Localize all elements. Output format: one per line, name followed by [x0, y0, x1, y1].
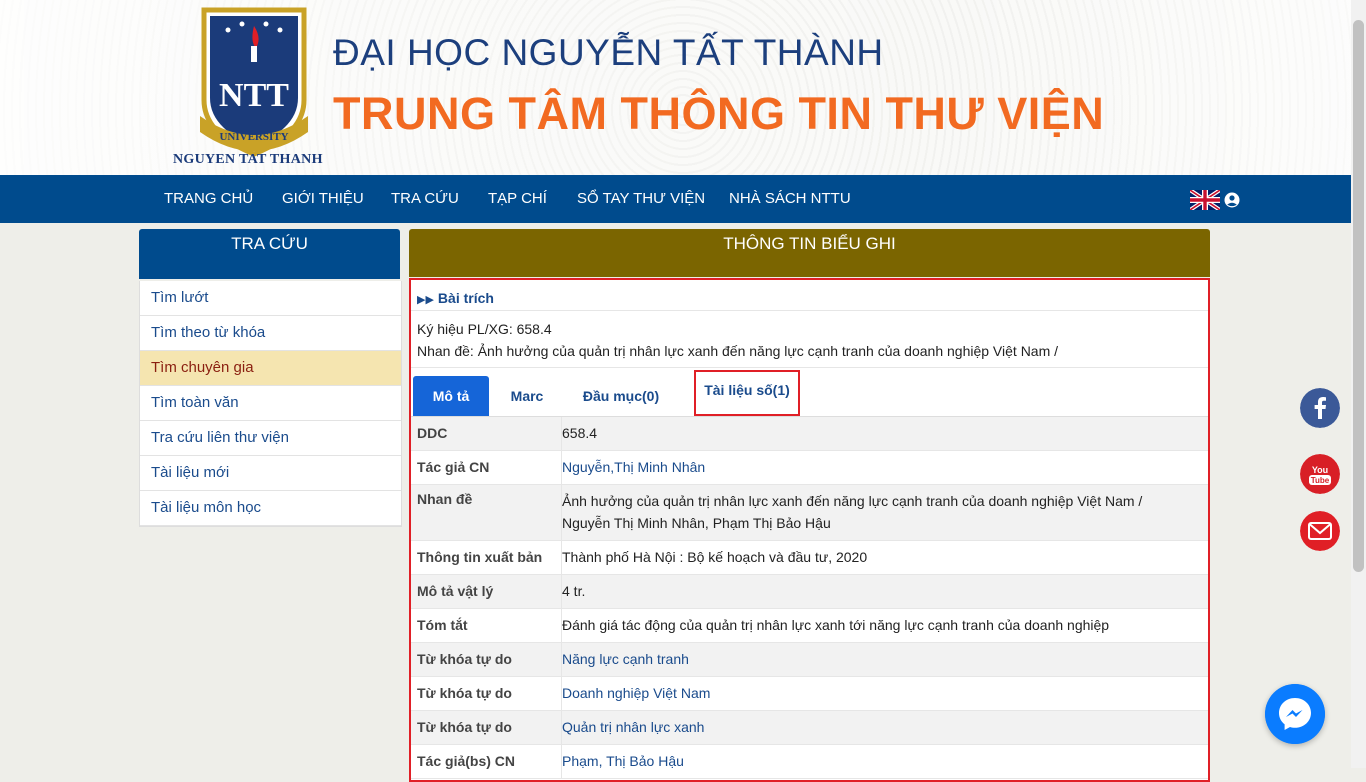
nav-bookstore[interactable]: NHÀ SÁCH NTTU — [729, 190, 851, 207]
table-row: Từ khóa tự do Doanh nghiệp Việt Nam — [411, 677, 1208, 711]
field-label: Từ khóa tự do — [417, 719, 512, 735]
record-fields-table: DDC 658.4 Tác giả CN Nguyễn,Thị Minh Nhâ… — [411, 417, 1208, 779]
field-label: Tóm tắt — [417, 617, 468, 633]
table-row: Tác giả(bs) CN Phạm, Thị Bảo Hậu — [411, 745, 1208, 779]
svg-text:You: You — [1312, 465, 1328, 475]
divider — [411, 310, 1208, 311]
nav-search[interactable]: TRA CỨU — [391, 190, 459, 207]
sidebar-header: TRA CỨU — [139, 229, 400, 279]
main-navbar: TRANG CHỦ GIỚI THIỆU TRA CỨU TẠP CHÍ SỔ … — [0, 175, 1366, 223]
author-link[interactable]: Phạm, Thị Bảo Hậu — [562, 745, 1204, 778]
uk-flag-icon[interactable] — [1190, 190, 1220, 210]
sidebar-title: TRA CỨU — [231, 234, 308, 253]
keyword-link[interactable]: Quản trị nhân lực xanh — [562, 711, 1204, 744]
keyword-link[interactable]: Doanh nghiệp Việt Nam — [562, 677, 1204, 710]
mail-icon[interactable] — [1300, 511, 1340, 551]
sidebar-item-course-docs[interactable]: Tài liệu môn học — [140, 491, 401, 526]
field-label: Tác giả(bs) CN — [417, 753, 516, 769]
svg-text:NTT: NTT — [219, 77, 289, 114]
tab-headings[interactable]: Đầu mục(0) — [571, 376, 671, 416]
sidebar-menu: Tìm lướt Tìm theo từ khóa Tìm chuyên gia… — [139, 281, 402, 527]
field-value: Thành phố Hà Nội : Bộ kế hoạch và đầu tư… — [562, 549, 868, 565]
sidebar-item-interlibrary[interactable]: Tra cứu liên thư viện — [140, 421, 401, 456]
svg-text:UNIVERSITY: UNIVERSITY — [219, 131, 288, 143]
university-name: ĐẠI HỌC NGUYỄN TẤT THÀNH — [333, 32, 884, 73]
user-icon[interactable] — [1224, 192, 1240, 208]
record-detail-box: ▶▶ Bài trích Ký hiệu PL/XG: 658.4 Nhan đề… — [409, 278, 1210, 782]
sidebar-item-new-docs[interactable]: Tài liệu mới — [140, 456, 401, 491]
field-label: Từ khóa tự do — [417, 651, 512, 667]
record-title-line: Nhan đề: Ảnh hưởng của quản trị nhân lực… — [417, 343, 1059, 359]
field-label: Nhan đề — [417, 491, 473, 507]
title-value: Ảnh hưởng của quản trị nhân lực xanh đến… — [562, 493, 1143, 509]
sidebar-item-keyword[interactable]: Tìm theo từ khóa — [140, 316, 401, 351]
call-number: Ký hiệu PL/XG: 658.4 — [417, 321, 552, 337]
sidebar-item-browse[interactable]: Tìm lướt — [140, 281, 401, 316]
nav-library-handbook[interactable]: SỔ TAY THƯ VIỆN — [577, 190, 705, 207]
table-row: Từ khóa tự do Năng lực cạnh tranh — [411, 643, 1208, 677]
table-row: Thông tin xuất bản Thành phố Hà Nội : Bộ… — [411, 541, 1208, 575]
sidebar-item-fulltext[interactable]: Tìm toàn văn — [140, 386, 401, 421]
play-arrows-icon: ▶▶ — [417, 294, 434, 306]
tab-marc[interactable]: Marc — [499, 376, 555, 416]
facebook-icon[interactable] — [1300, 388, 1340, 428]
record-tabs: Mô tả Marc Đầu mục(0) Tài liệu số(1) — [411, 370, 1208, 417]
field-label: Thông tin xuất bản — [417, 549, 543, 565]
responsibility-value: Nguyễn Thị Minh Nhân, Phạm Thị Bảo Hậu — [562, 515, 831, 531]
youtube-icon[interactable]: You Tube — [1300, 454, 1340, 494]
sidebar-item-expert[interactable]: Tìm chuyên gia — [140, 351, 401, 386]
svg-text:Tube: Tube — [1311, 476, 1330, 485]
record-panel-header: THÔNG TIN BIỂU GHI — [409, 229, 1210, 277]
table-row: Từ khóa tự do Quản trị nhân lực xanh — [411, 711, 1208, 745]
tab-digital-docs[interactable]: Tài liệu số(1) — [694, 370, 800, 416]
field-label: DDC — [417, 425, 448, 441]
table-row: Nhan đề Ảnh hưởng của quản trị nhân lực … — [411, 485, 1208, 541]
divider — [411, 367, 1208, 368]
university-logo[interactable]: NTT UNIVERSITY — [170, 4, 338, 172]
tab-description[interactable]: Mô tả — [413, 376, 489, 416]
logo-caption: NGUYEN TAT THANH — [173, 152, 323, 167]
nav-journal[interactable]: TẠP CHÍ — [488, 190, 547, 207]
table-row: DDC 658.4 — [411, 417, 1208, 451]
table-row: Tóm tắt Đánh giá tác động của quản trị n… — [411, 609, 1208, 643]
record-type: ▶▶ Bài trích — [417, 290, 494, 306]
center-name: TRUNG TÂM THÔNG TIN THƯ VIỆN — [333, 88, 1105, 139]
field-value: Ảnh hưởng của quản trị nhân lực xanh đến… — [562, 490, 1204, 534]
scrollbar-thumb[interactable] — [1353, 20, 1364, 572]
table-row: Tác giả CN Nguyễn,Thị Minh Nhân — [411, 451, 1208, 485]
nav-home[interactable]: TRANG CHỦ — [164, 190, 253, 207]
messenger-icon[interactable] — [1265, 684, 1325, 744]
record-type-label: Bài trích — [437, 290, 494, 306]
field-label: Mô tả vật lý — [417, 583, 494, 599]
keyword-link[interactable]: Năng lực cạnh tranh — [562, 643, 1204, 676]
field-value: 658.4 — [562, 425, 598, 441]
table-row: Mô tả vật lý 4 tr. — [411, 575, 1208, 609]
field-label: Từ khóa tự do — [417, 685, 512, 701]
record-panel-title: THÔNG TIN BIỂU GHI — [723, 234, 896, 253]
author-link[interactable]: Nguyễn,Thị Minh Nhân — [562, 451, 1204, 484]
field-label: Tác giả CN — [417, 459, 490, 475]
field-value: Đánh giá tác động của quản trị nhân lực … — [562, 617, 1110, 633]
nav-about[interactable]: GIỚI THIỆU — [282, 190, 364, 207]
field-value: 4 tr. — [562, 583, 586, 599]
